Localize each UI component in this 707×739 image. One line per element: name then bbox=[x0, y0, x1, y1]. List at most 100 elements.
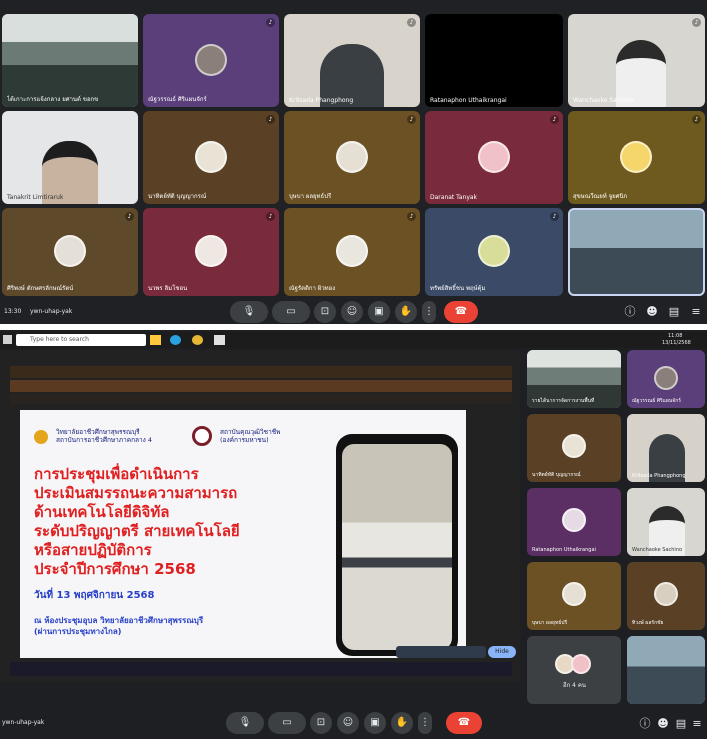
chat-icon[interactable]: ▤ bbox=[667, 305, 681, 319]
raise-hand-button[interactable]: ✋ bbox=[391, 712, 413, 734]
participant-tile[interactable]: นาทิตย์ทัติ บุญญากรณ์ bbox=[527, 414, 621, 482]
mic-off-icon: ♪ bbox=[266, 212, 275, 221]
participant-tile[interactable]: Tanakrit Limtiraruk bbox=[2, 111, 138, 204]
participant-tile[interactable]: ณัฐวรรณธ์ ศิริแผนจักร์ bbox=[627, 350, 705, 408]
emoji-button[interactable]: ☺ bbox=[341, 301, 363, 323]
avatar bbox=[562, 434, 586, 458]
bottom-meeting-screenshot: Type here to search 11:08 13/11/2568 วิท… bbox=[0, 330, 707, 739]
info-icon[interactable]: ⓘ bbox=[638, 717, 652, 731]
notification-popup bbox=[396, 646, 486, 658]
chrome-icon[interactable] bbox=[192, 335, 203, 345]
participant-tile[interactable]: ♪ Daranat Tanyak bbox=[425, 111, 563, 204]
slide-place: ณ ห้องประชุมอุบล วิทยาลัยอาชีวศึกษาสุพรร… bbox=[34, 616, 204, 636]
hide-button[interactable]: Hide bbox=[488, 646, 516, 658]
participant-tile[interactable]: ♪ Wanchaoke Sachino bbox=[568, 14, 705, 107]
participant-tile[interactable]: ♪ ศิริพงษ์ ตักษศรลักษณ์รัตน์ bbox=[2, 208, 138, 296]
windows-taskbar: Type here to search 11:08 13/11/2568 bbox=[0, 332, 707, 348]
chat-icon[interactable]: ▤ bbox=[674, 717, 688, 731]
participant-tile[interactable]: ♪ ทรัพย์สิทธิ์ชน พฤษ์ตุ้ม bbox=[425, 208, 563, 296]
windows-start-icon[interactable] bbox=[3, 335, 12, 344]
mic-off-icon: ♪ bbox=[266, 115, 275, 124]
edge-icon[interactable] bbox=[170, 335, 181, 345]
room-video bbox=[627, 636, 705, 704]
participant-tile[interactable]: ♪ บุษบา ผลยุทธ์ปรี bbox=[284, 111, 420, 204]
avatar bbox=[478, 141, 510, 173]
participant-tile[interactable]: ♪ ณัฐรัตติกา ผิวทอง bbox=[284, 208, 420, 296]
more-participants-label: อีก 4 คน bbox=[563, 682, 586, 689]
end-call-button[interactable]: ☎ bbox=[446, 712, 482, 734]
mic-button[interactable]: 🎙 bbox=[226, 712, 264, 734]
participant-name: นาทิตย์ทัติ บุญญากรณ์ bbox=[148, 193, 207, 200]
taskbar-search-input[interactable]: Type here to search bbox=[16, 334, 146, 346]
participant-name: บุษบา ผลยุทธ์ปรี bbox=[289, 193, 332, 200]
participant-tile[interactable]: รายได้นาการจัดการงานพื้นที่ bbox=[527, 350, 621, 408]
participant-name: รายได้นาการจัดการงานพื้นที่ bbox=[532, 398, 595, 404]
mic-off-icon: ♪ bbox=[550, 212, 559, 221]
meeting-control-bar: 13:30 ywn-uhap-yak 🎙 ▭ ⊡ ☺ ▣ ✋ ⋮ ☎ ⓘ ☻ ▤… bbox=[0, 300, 707, 324]
more-options-button[interactable]: ⋮ bbox=[418, 712, 432, 734]
mic-off-icon: ♪ bbox=[125, 212, 134, 221]
clock-time: 13:30 bbox=[4, 308, 22, 315]
participant-tile[interactable]: ได้เกาะการแจ้งกลาง ยศานต์ ขอกข bbox=[2, 14, 138, 107]
people-icon[interactable]: ☻ bbox=[656, 717, 670, 731]
participant-tile[interactable]: ♪ นาทิตย์ทัติ บุญญากรณ์ bbox=[143, 111, 279, 204]
participant-tile[interactable]: Ratanaphon Uthaikrangai bbox=[527, 488, 621, 556]
avatar bbox=[562, 508, 586, 532]
captions-button[interactable]: ⊡ bbox=[310, 712, 332, 734]
participant-name: ทรัพย์สิทธิ์ชน พฤษ์ตุ้ม bbox=[430, 285, 486, 292]
participant-tile[interactable]: ♪ Kritsada Phangphong bbox=[284, 14, 420, 107]
emoji-button[interactable]: ☺ bbox=[337, 712, 359, 734]
phone-screen-photo bbox=[342, 444, 452, 650]
taskbar-app-icon[interactable] bbox=[150, 335, 161, 345]
mic-off-icon: ♪ bbox=[692, 18, 701, 27]
participant-tile[interactable]: ♪ นวพร ลิมโชอน bbox=[143, 208, 279, 296]
more-participants-tile[interactable]: อีก 4 คน bbox=[527, 636, 621, 704]
participant-tile[interactable]: Kritsada Phangphong bbox=[627, 414, 705, 482]
participant-name: ทิวงษ์ ผลรักชัย bbox=[632, 620, 664, 626]
participant-name: ณัฐวรรณธ์ ศิริแผนจักร์ bbox=[148, 96, 207, 103]
captions-button[interactable]: ⊡ bbox=[314, 301, 336, 323]
mic-off-icon: ♪ bbox=[692, 115, 701, 124]
participant-tile[interactable]: ♪ ณัฐวรรณธ์ ศิริแผนจักร์ bbox=[143, 14, 279, 107]
participant-tile[interactable]: Wanchaoke Sachino bbox=[627, 488, 705, 556]
meeting-code: ywn-uhap-yak bbox=[30, 308, 73, 315]
avatar bbox=[336, 235, 368, 267]
raise-hand-button[interactable]: ✋ bbox=[395, 301, 417, 323]
slide-org-left: วิทยาลัยอาชีวศึกษาสุพรรณบุรี สถาบันการอา… bbox=[56, 428, 153, 444]
browser-address-bar[interactable] bbox=[10, 380, 512, 392]
camera-button[interactable]: ▭ bbox=[268, 712, 306, 734]
mic-button[interactable]: 🎙 bbox=[230, 301, 268, 323]
participant-tile[interactable] bbox=[627, 636, 705, 704]
taskbar-time: 11:08 bbox=[668, 333, 683, 339]
present-button[interactable]: ▣ bbox=[368, 301, 390, 323]
mic-off-icon: ♪ bbox=[550, 115, 559, 124]
bookmarks-bar bbox=[10, 394, 512, 404]
taskbar-date: 13/11/2568 bbox=[662, 340, 691, 346]
participant-tile[interactable]: ทิวงษ์ ผลรักชัย bbox=[627, 562, 705, 630]
participant-tile[interactable] bbox=[568, 208, 705, 296]
participant-name: Tanakrit Limtiraruk bbox=[7, 194, 64, 201]
avatar bbox=[54, 235, 86, 267]
participant-name: Wanchaoke Sachino bbox=[632, 547, 683, 553]
info-icon[interactable]: ⓘ bbox=[623, 305, 637, 319]
end-call-button[interactable]: ☎ bbox=[444, 301, 478, 323]
avatar bbox=[620, 141, 652, 173]
participant-tile[interactable]: ♪ สุขษณวีณยท์ จูยศนิก bbox=[568, 111, 705, 204]
meeting-code: ywn-uhap-yak bbox=[2, 719, 45, 726]
file-explorer-icon[interactable] bbox=[214, 335, 225, 345]
present-button[interactable]: ▣ bbox=[364, 712, 386, 734]
participant-name: นาทิตย์ทัติ บุญญากรณ์ bbox=[532, 472, 581, 478]
mic-off-icon: ♪ bbox=[407, 18, 416, 27]
avatar bbox=[336, 141, 368, 173]
camera-button[interactable]: ▭ bbox=[272, 301, 310, 323]
more-options-button[interactable]: ⋮ bbox=[422, 301, 436, 323]
participant-tile[interactable]: บุษบา ผลยุทธ์ปรี bbox=[527, 562, 621, 630]
avatar bbox=[195, 44, 227, 76]
activities-icon[interactable]: ≡ bbox=[689, 305, 703, 319]
participant-name: Wanchaoke Sachino bbox=[573, 97, 634, 104]
people-icon[interactable]: ☻ bbox=[645, 305, 659, 319]
activities-icon[interactable]: ≡ bbox=[690, 717, 704, 731]
participant-tile[interactable]: Ratanaphon Uthaikrangai bbox=[425, 14, 563, 107]
mic-off-icon: ♪ bbox=[266, 18, 275, 27]
presentation-area: วิทยาลัยอาชีวศึกษาสุพรรณบุรี สถาบันการอา… bbox=[0, 350, 520, 682]
